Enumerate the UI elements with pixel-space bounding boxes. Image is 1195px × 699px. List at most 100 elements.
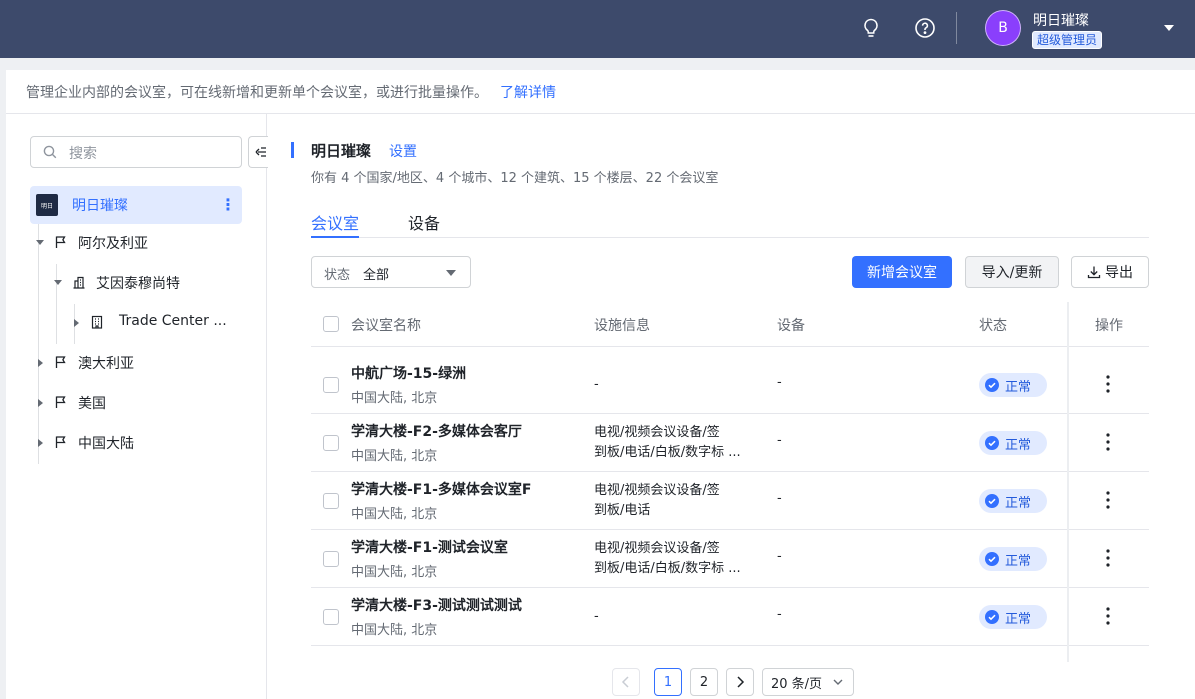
room-name: 学清大楼-F1-多媒体会议室F <box>351 482 532 498</box>
page-size-value: 20 条/页 <box>771 676 823 692</box>
more-vertical-icon[interactable]: ⋮ <box>220 195 236 214</box>
org-stats-summary: 你有 4 个国家/地区、4 个城市、12 个建筑、15 个楼层、22 个会议室 <box>311 171 719 186</box>
status-filter-select[interactable]: 状态 全部 <box>311 256 471 288</box>
status-text: 正常 <box>1005 553 1032 569</box>
room-name: 学清大楼-F3-测试测试测试 <box>351 598 522 614</box>
collapse-sidebar-button[interactable] <box>248 136 268 168</box>
tree-item-label: 中国大陆 <box>78 436 134 452</box>
caret-down-icon[interactable] <box>36 240 44 245</box>
search-input[interactable]: 搜索 <box>30 136 242 168</box>
tree-root-item[interactable]: 明日 明日璀璨 ⋮ <box>30 186 242 224</box>
check-circle-icon <box>985 610 999 624</box>
help-icon[interactable] <box>914 17 936 39</box>
avatar[interactable]: B <box>985 10 1021 46</box>
import-update-button[interactable]: 导入/更新 <box>965 256 1059 288</box>
table-row[interactable]: 学清大楼-F1-多媒体会议室F 中国大陆, 北京 电视/视频会议设备/签 到板/… <box>311 472 1149 530</box>
room-facilities: - <box>594 607 759 627</box>
caret-down-icon[interactable] <box>54 280 62 285</box>
filter-label: 状态 <box>324 268 351 283</box>
column-header-actions: 操作 <box>1095 318 1123 334</box>
caret-right-icon[interactable] <box>38 439 43 447</box>
table-header: 会议室名称 设施信息 设备 状态 操作 <box>311 302 1149 347</box>
table-row[interactable]: 学清大楼-F2-多媒体会客厅 中国大陆, 北京 电视/视频会议设备/签 到板/电… <box>311 414 1149 472</box>
status-badge: 正常 <box>979 489 1047 513</box>
next-page-button[interactable] <box>726 668 754 696</box>
page-size-select[interactable]: 20 条/页 <box>762 668 854 696</box>
main-panel: 管理企业内部的会议室，可在线新增和更新单个会议室，或进行批量操作。 了解详情 搜索… <box>6 70 1195 699</box>
caret-right-icon[interactable] <box>74 319 79 327</box>
room-devices: - <box>777 549 782 564</box>
room-location: 中国大陆, 北京 <box>351 449 438 464</box>
tree-item-country[interactable]: 中国大陆 <box>36 432 236 456</box>
tab-devices[interactable]: 设备 <box>408 210 440 234</box>
table-row[interactable]: 学清大楼-F3-测试测试测试 中国大陆, 北京 - - 正常 <box>311 588 1149 646</box>
page-button[interactable]: 2 <box>690 668 718 696</box>
chevron-down-icon[interactable] <box>1164 25 1174 31</box>
row-checkbox[interactable] <box>323 609 339 625</box>
more-vertical-icon[interactable] <box>1101 373 1115 395</box>
column-header-facilities: 设施信息 <box>594 318 650 334</box>
more-vertical-icon[interactable] <box>1101 547 1115 569</box>
prev-page-button[interactable] <box>612 668 640 696</box>
learn-more-link[interactable]: 了解详情 <box>500 85 556 101</box>
flag-icon <box>55 356 66 368</box>
tree-item-label: Trade Center ... <box>119 313 227 329</box>
more-vertical-icon[interactable] <box>1101 489 1115 511</box>
room-facilities: 电视/视频会议设备/签 到板/电话/白板/数字标 ... <box>594 539 759 579</box>
tree-item-country[interactable]: 阿尔及利亚 <box>36 232 236 256</box>
status-text: 正常 <box>1005 379 1032 395</box>
tree-item-label: 阿尔及利亚 <box>78 236 148 252</box>
check-circle-icon <box>985 378 999 392</box>
room-facilities: 电视/视频会议设备/签 到板/电话 <box>594 481 759 521</box>
facilities-line: 到板/电话/白板/数字标 ... <box>594 445 741 460</box>
tree-item-label: 澳大利亚 <box>78 356 134 372</box>
content-area: 明日璀璨 设置 你有 4 个国家/地区、4 个城市、12 个建筑、15 个楼层、… <box>268 114 1195 699</box>
column-header-devices: 设备 <box>777 318 805 334</box>
facilities-text: - <box>594 377 599 392</box>
chevron-right-icon <box>737 676 745 688</box>
tree-item-building[interactable]: Trade Center ... <box>74 312 244 336</box>
export-button[interactable]: 导出 <box>1071 256 1149 288</box>
tree-guide-line <box>38 224 39 464</box>
facilities-line: 到板/电话 <box>594 503 651 518</box>
user-name[interactable]: 明日璀璨 <box>1033 10 1089 30</box>
table-row[interactable]: 中航广场-15-绿洲 中国大陆, 北京 - - 正常 <box>311 356 1149 414</box>
row-checkbox[interactable] <box>323 551 339 567</box>
search-icon <box>43 145 57 159</box>
filter-value: 全部 <box>363 268 390 283</box>
row-checkbox[interactable] <box>323 493 339 509</box>
room-name: 学清大楼-F1-测试会议室 <box>351 540 508 556</box>
caret-right-icon[interactable] <box>38 359 43 367</box>
page-button[interactable]: 1 <box>654 668 682 696</box>
page-title: 明日璀璨 <box>311 142 372 160</box>
room-location: 中国大陆, 北京 <box>351 623 438 638</box>
tab-meeting-rooms[interactable]: 会议室 <box>311 210 359 234</box>
flag-icon <box>55 236 66 248</box>
add-meeting-room-button[interactable]: 新增会议室 <box>852 256 952 288</box>
room-devices: - <box>777 491 782 506</box>
page-description: 管理企业内部的会议室，可在线新增和更新单个会议室，或进行批量操作。 了解详情 <box>26 82 556 102</box>
column-header-name: 会议室名称 <box>351 318 421 334</box>
settings-link[interactable]: 设置 <box>389 141 417 161</box>
more-vertical-icon[interactable] <box>1101 431 1115 453</box>
caret-right-icon[interactable] <box>38 399 43 407</box>
location-sidebar: 搜索 明日 明日璀璨 ⋮ 阿尔及利亚 艾因泰穆尚特 Trade Center .… <box>6 114 268 699</box>
header-divider <box>956 12 957 44</box>
room-location: 中国大陆, 北京 <box>351 565 438 580</box>
room-facilities: 电视/视频会议设备/签 到板/电话/白板/数字标 ... <box>594 423 759 463</box>
tree-item-label: 美国 <box>78 396 106 412</box>
download-icon <box>1087 266 1101 279</box>
more-vertical-icon[interactable] <box>1101 605 1115 627</box>
search-placeholder: 搜索 <box>69 146 97 162</box>
select-all-checkbox[interactable] <box>323 316 339 332</box>
table-row[interactable]: 学清大楼-F1-测试会议室 中国大陆, 北京 电视/视频会议设备/签 到板/电话… <box>311 530 1149 588</box>
status-badge: 正常 <box>979 373 1047 397</box>
row-checkbox[interactable] <box>323 435 339 451</box>
chevron-down-icon <box>833 679 843 685</box>
lightbulb-icon[interactable] <box>860 17 882 39</box>
tree-item-country[interactable]: 美国 <box>36 392 236 416</box>
tree-item-country[interactable]: 澳大利亚 <box>36 352 236 376</box>
tree-item-city[interactable]: 艾因泰穆尚特 <box>54 272 244 296</box>
room-name: 中航广场-15-绿洲 <box>351 366 467 382</box>
row-checkbox[interactable] <box>323 377 339 393</box>
